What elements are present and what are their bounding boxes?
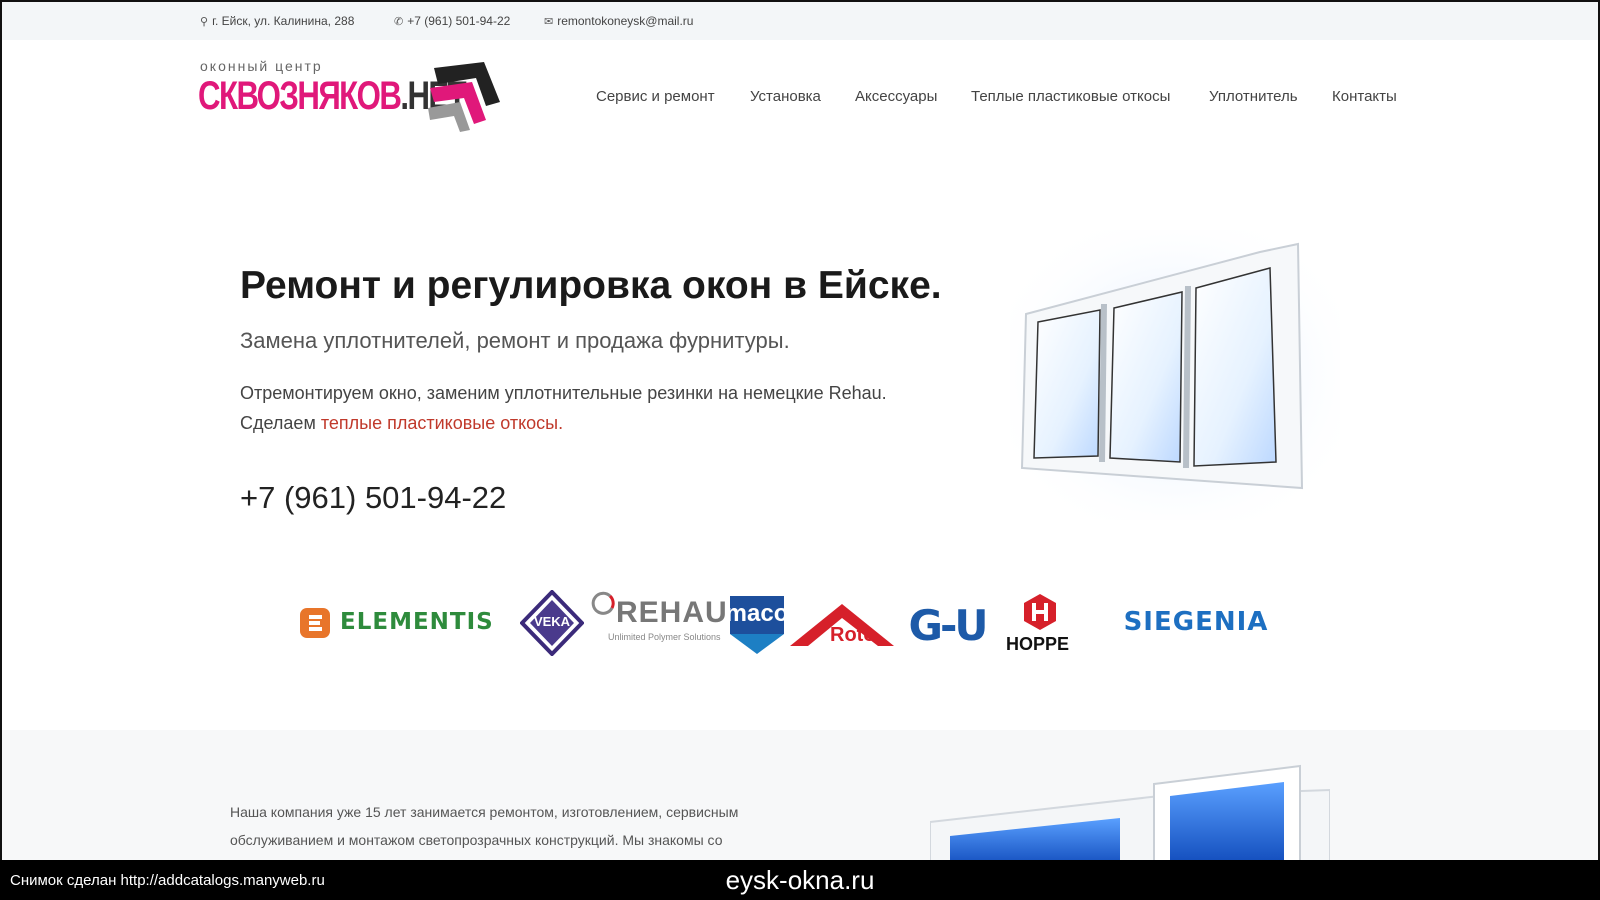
- about-section: Наша компания уже 15 лет занимается ремо…: [2, 730, 1598, 870]
- veka-text: VEKA: [533, 614, 571, 629]
- gu-text: G-U: [908, 600, 988, 650]
- hero-text-line2: Сделаем теплые пластиковые откосы.: [240, 408, 887, 438]
- open-window-image: [930, 764, 1330, 870]
- veka-logo: VEKA: [520, 590, 584, 656]
- logo-tagline: оконный центр: [200, 58, 323, 74]
- site-logo[interactable]: оконный центр СКВОЗНЯКОВ.НЕТ: [198, 56, 504, 138]
- caption-domain: eysk-okna.ru: [725, 865, 875, 895]
- logo-brand-main: СКВОЗНЯКОВ: [198, 74, 402, 118]
- nav-seal[interactable]: Уплотнитель: [1209, 88, 1298, 105]
- rehau-logo: REHAU Unlimited Polymer Solutions: [588, 590, 727, 656]
- hoppe-hexagon-icon: [1024, 594, 1056, 630]
- rehau-subtitle: Unlimited Polymer Solutions: [608, 632, 721, 642]
- top-info-bar: ⚲ г. Ейск, ул. Калинина, 288 ✆ +7 (961) …: [2, 0, 1598, 40]
- elementis-text: ELEMENTIS: [340, 609, 494, 635]
- nav-service[interactable]: Сервис и ремонт: [596, 88, 715, 105]
- phone-icon: ✆: [394, 15, 404, 28]
- hero-title: Ремонт и регулировка окон в Ейске.: [240, 264, 942, 307]
- hoppe-logo: HOPPE: [1004, 592, 1076, 658]
- email-item[interactable]: ✉ remontokoneysk@mail.ru: [544, 14, 693, 28]
- hero-text: Отремонтируем окно, заменим уплотнительн…: [240, 378, 887, 438]
- hero-phone[interactable]: +7 (961) 501-94-22: [240, 480, 506, 516]
- siegenia-logo: SIEGENIA: [1094, 604, 1298, 640]
- hoppe-text: HOPPE: [1006, 634, 1070, 654]
- hero-text-prefix: Сделаем: [240, 413, 321, 433]
- maco-logo: maco: [726, 596, 788, 656]
- roto-logo: Roto: [790, 602, 894, 648]
- slopes-link[interactable]: теплые пластиковые откосы.: [321, 413, 563, 433]
- elementis-logo: ELEMENTIS: [300, 606, 500, 640]
- about-text: Наша компания уже 15 лет занимается ремо…: [230, 798, 800, 854]
- address-text: г. Ейск, ул. Калинина, 288: [212, 14, 355, 28]
- hero-subtitle: Замена уплотнителей, ремонт и продажа фу…: [240, 328, 790, 353]
- nav-installation[interactable]: Установка: [750, 88, 821, 105]
- nav-slopes[interactable]: Теплые пластиковые откосы: [971, 88, 1170, 105]
- rehau-arc-icon: [591, 591, 615, 615]
- nav-accessories[interactable]: Аксессуары: [855, 88, 937, 105]
- rehau-text: REHAU: [616, 596, 728, 629]
- about-line1: Наша компания уже 15 лет занимается ремо…: [230, 804, 739, 820]
- siegenia-text: SIEGENIA: [1123, 607, 1269, 637]
- map-marker-icon: ⚲: [200, 15, 209, 28]
- plastic-window-image: [1010, 230, 1340, 520]
- brands-row: ELEMENTIS VEKA REHAU Unlimited Polymer S…: [0, 590, 1600, 680]
- nav-contacts[interactable]: Контакты: [1332, 88, 1397, 105]
- screenshot-caption-strip: Снимок сделан http://addcatalogs.manyweb…: [0, 860, 1600, 900]
- about-line2: обслуживанием и монтажом светопрозрачных…: [230, 832, 723, 848]
- phone-item[interactable]: ✆ +7 (961) 501-94-22: [394, 14, 510, 28]
- hero-text-line1: Отремонтируем окно, заменим уплотнительн…: [240, 383, 887, 403]
- email-text[interactable]: remontokoneysk@mail.ru: [557, 14, 693, 28]
- gu-logo: G-U: [906, 600, 988, 650]
- logo-arrows-icon: [428, 62, 500, 132]
- phone-text[interactable]: +7 (961) 501-94-22: [407, 14, 510, 28]
- roto-text: Roto: [830, 624, 876, 646]
- maco-text: maco: [725, 600, 789, 627]
- envelope-icon: ✉: [544, 15, 554, 28]
- address-item: ⚲ г. Ейск, ул. Калинина, 288: [200, 14, 354, 28]
